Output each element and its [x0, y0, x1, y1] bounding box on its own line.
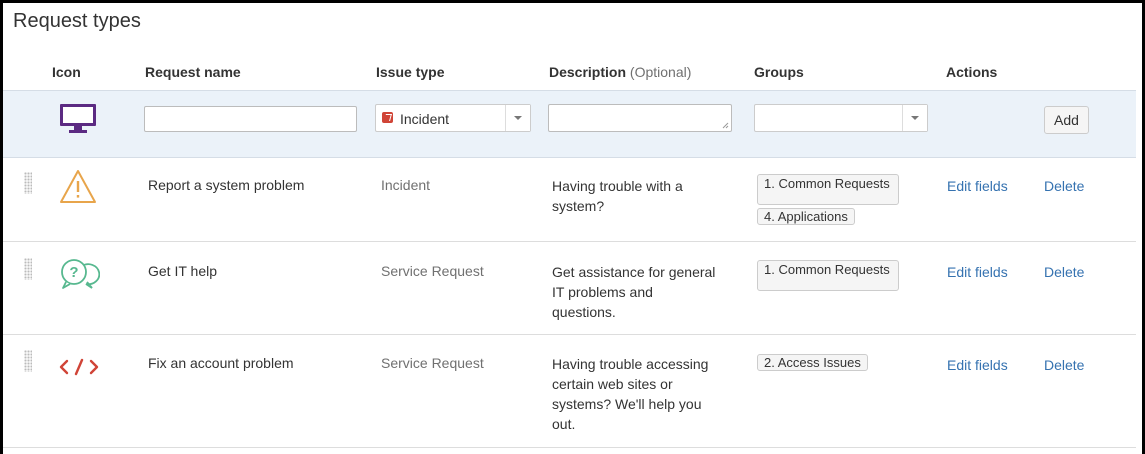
drag-handle[interactable]	[24, 350, 32, 372]
page-title: Request types	[13, 10, 141, 32]
drag-handle[interactable]	[24, 258, 32, 280]
description-line: questions.	[552, 304, 616, 320]
delete-link[interactable]: Delete	[1044, 264, 1084, 280]
resize-handle-icon[interactable]	[722, 122, 729, 129]
delete-link[interactable]: Delete	[1044, 178, 1084, 194]
delete-link[interactable]: Delete	[1044, 357, 1084, 373]
header-icon: Icon	[52, 64, 81, 80]
chevron-down-icon	[902, 105, 927, 131]
description-line: systems? We'll help you	[552, 396, 702, 412]
monitor-icon[interactable]	[56, 103, 100, 140]
header-request-name: Request name	[145, 64, 241, 80]
group-lozenge: 1. Common Requests	[757, 174, 899, 205]
row-divider	[3, 447, 1136, 448]
issue-type-selected: Incident	[400, 111, 450, 127]
group-lozenge: 1. Common Requests	[757, 260, 899, 291]
issue-type-select[interactable]: Incident	[375, 104, 531, 132]
svg-text:?: ?	[69, 264, 78, 281]
issue-type: Service Request	[381, 263, 484, 279]
request-name: Report a system problem	[148, 177, 305, 193]
code-icon[interactable]	[58, 357, 100, 382]
request-name: Get IT help	[148, 263, 218, 279]
header-description-optional: (Optional)	[629, 64, 692, 80]
edit-fields-link[interactable]: Edit fields	[947, 264, 1008, 280]
edit-fields-link[interactable]: Edit fields	[947, 357, 1008, 373]
description: Get assistance for general IT problems a…	[552, 262, 715, 322]
row-divider	[3, 241, 1136, 242]
description-line: Get assistance for general	[552, 264, 716, 280]
description: Having trouble accessing certain web sit…	[552, 354, 708, 434]
description-line: Having trouble with a	[552, 178, 683, 194]
description-input[interactable]	[548, 104, 732, 132]
request-name: Fix an account problem	[148, 355, 294, 371]
warning-icon[interactable]	[58, 168, 98, 211]
header-description-label: Description	[549, 64, 627, 80]
header-description: Description (Optional)	[549, 64, 691, 80]
description-line: IT problems and	[552, 284, 653, 300]
row-divider	[3, 334, 1136, 335]
issue-type: Incident	[381, 177, 431, 193]
request-name-input[interactable]	[144, 106, 357, 132]
description-line: Having trouble accessing	[552, 356, 709, 372]
header-groups: Groups	[754, 64, 804, 80]
issue-type: Service Request	[381, 355, 484, 371]
description-line: out.	[552, 416, 576, 432]
header-actions: Actions	[946, 64, 998, 80]
description: Having trouble with a system?	[552, 176, 683, 216]
drag-handle[interactable]	[24, 172, 32, 194]
description-line: certain web sites or	[552, 376, 673, 392]
group-lozenge: 4. Applications	[757, 208, 855, 225]
header-issue-type: Issue type	[376, 64, 445, 80]
description-line: system?	[552, 198, 605, 214]
group-lozenge: 2. Access Issues	[757, 354, 868, 371]
chevron-down-icon	[505, 105, 530, 131]
add-button[interactable]: Add	[1044, 106, 1089, 134]
incident-icon	[382, 112, 393, 123]
question-chat-icon[interactable]: ?	[58, 257, 101, 296]
edit-fields-link[interactable]: Edit fields	[947, 178, 1008, 194]
groups-select[interactable]	[754, 104, 928, 132]
